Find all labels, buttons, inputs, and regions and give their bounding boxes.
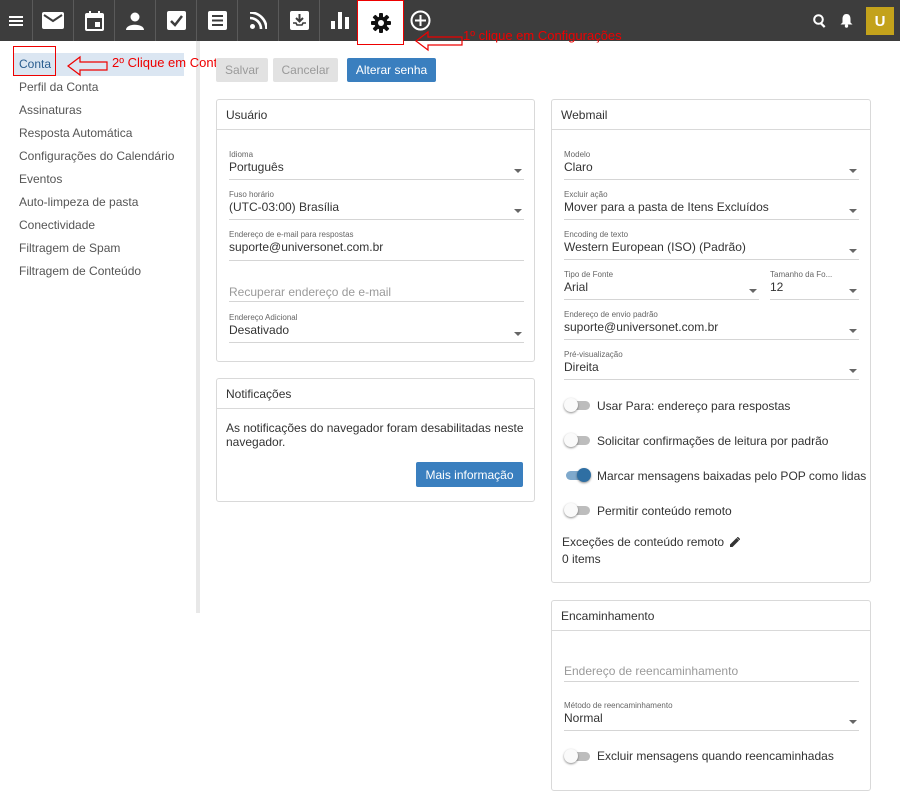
chevron-down-icon bbox=[749, 289, 757, 293]
arrow-annotation-1 bbox=[415, 30, 463, 52]
avatar[interactable]: U bbox=[866, 7, 894, 35]
toggle-remote-content-label: Permitir conteúdo remoto bbox=[597, 504, 732, 518]
contacts-icon[interactable] bbox=[115, 0, 155, 41]
chevron-down-icon bbox=[849, 169, 857, 173]
toggle-read-receipt-label: Solicitar confirmações de leitura por pa… bbox=[597, 434, 829, 448]
font-type-select[interactable]: Tipo de Fonte Arial bbox=[564, 270, 759, 300]
sidebar-item-conectividade[interactable]: Conectividade bbox=[19, 218, 95, 232]
sidebar-item-perfil[interactable]: Perfil da Conta bbox=[19, 80, 98, 94]
notifications-panel: Notificações As notificações do navegado… bbox=[216, 378, 535, 502]
remote-exceptions-label: Exceções de conteúdo remoto bbox=[562, 535, 741, 550]
reply-email-field[interactable]: Endereço de e-mail para respostas suport… bbox=[229, 230, 524, 261]
encoding-select[interactable]: Encoding de texto Western European (ISO)… bbox=[564, 230, 859, 260]
sidebar-item-eventos[interactable]: Eventos bbox=[19, 172, 62, 186]
chevron-down-icon bbox=[849, 720, 857, 724]
arrow-annotation-2 bbox=[67, 55, 108, 77]
chevron-down-icon bbox=[849, 249, 857, 253]
annotation-second-click: 2º Clique em Conta bbox=[112, 55, 225, 70]
sidebar-item-auto-limpeza[interactable]: Auto-limpeza de pasta bbox=[19, 195, 138, 209]
additional-address-select[interactable]: Endereço Adicional Desativado bbox=[229, 313, 524, 343]
toggle-pop-read-label: Marcar mensagens baixadas pelo POP como … bbox=[597, 469, 867, 483]
toggle-pop-read[interactable] bbox=[564, 468, 591, 482]
calendar-icon[interactable] bbox=[74, 0, 114, 41]
toggle-remote-content[interactable] bbox=[564, 503, 590, 517]
chevron-down-icon bbox=[514, 332, 522, 336]
settings-icon[interactable] bbox=[357, 0, 404, 45]
bell-icon[interactable] bbox=[826, 0, 866, 41]
webmail-panel-title: Webmail bbox=[552, 100, 870, 130]
archive-icon[interactable] bbox=[279, 0, 319, 41]
toggle-read-receipt[interactable] bbox=[564, 433, 590, 447]
save-button[interactable]: Salvar bbox=[216, 58, 268, 82]
forwarding-method-select[interactable]: Método de reencaminhamento Normal bbox=[564, 701, 859, 731]
language-select[interactable]: Idioma Português bbox=[229, 150, 524, 180]
change-password-button[interactable]: Alterar senha bbox=[347, 58, 436, 82]
notifications-panel-title: Notificações bbox=[217, 379, 534, 409]
sidebar-item-resposta-automatica[interactable]: Resposta Automática bbox=[19, 126, 132, 140]
more-info-button[interactable]: Mais informação bbox=[416, 462, 523, 487]
sidebar-item-calendario[interactable]: Configurações do Calendário bbox=[19, 149, 174, 163]
preview-select[interactable]: Pré-visualização Direita bbox=[564, 350, 859, 380]
toggle-delete-forwarded-label: Excluir mensagens quando reencaminhadas bbox=[597, 749, 834, 763]
forwarding-panel-title: Encaminhamento bbox=[552, 601, 870, 631]
stats-icon[interactable] bbox=[320, 0, 360, 41]
model-select[interactable]: Modelo Claro bbox=[564, 150, 859, 180]
notifications-message: As notificações do navegador foram desab… bbox=[226, 421, 524, 449]
settings-sidebar: Conta Perfil da Conta Assinaturas Respos… bbox=[0, 41, 200, 613]
tasks-icon[interactable] bbox=[156, 0, 196, 41]
annotation-box-conta bbox=[13, 46, 56, 76]
delete-action-select[interactable]: Excluir ação Mover para a pasta de Itens… bbox=[564, 190, 859, 220]
recovery-email-field[interactable]: Recuperar endereço de e-mail bbox=[229, 285, 524, 302]
cancel-button[interactable]: Cancelar bbox=[273, 58, 338, 82]
menu-icon[interactable] bbox=[0, 0, 32, 41]
timezone-select[interactable]: Fuso horário (UTC-03:00) Brasília bbox=[229, 190, 524, 220]
forwarding-panel: Encaminhamento Endereço de reencaminhame… bbox=[551, 600, 871, 791]
user-panel-title: Usuário bbox=[217, 100, 534, 130]
toggle-reply-address[interactable] bbox=[564, 398, 590, 412]
chevron-down-icon bbox=[849, 209, 857, 213]
sidebar-item-assinaturas[interactable]: Assinaturas bbox=[19, 103, 82, 117]
notes-icon[interactable] bbox=[197, 0, 237, 41]
forwarding-address-field[interactable]: Endereço de reencaminhamento bbox=[564, 664, 859, 682]
chevron-down-icon bbox=[514, 169, 522, 173]
webmail-panel: Webmail Modelo Claro Excluir ação Mover … bbox=[551, 99, 871, 583]
mail-icon[interactable] bbox=[33, 0, 73, 41]
rss-icon[interactable] bbox=[238, 0, 278, 41]
toggle-reply-address-label: Usar Para: endereço para respostas bbox=[597, 399, 791, 413]
toggle-delete-forwarded[interactable] bbox=[564, 749, 590, 763]
send-address-select[interactable]: Endereço de envio padrão suporte@univers… bbox=[564, 310, 859, 340]
font-size-select[interactable]: Tamanho da Fo... 12 bbox=[770, 270, 859, 300]
sidebar-item-conteudo[interactable]: Filtragem de Conteúdo bbox=[19, 264, 141, 278]
annotation-first-click: 1º clique em Configurações bbox=[463, 28, 622, 43]
sidebar-item-spam[interactable]: Filtragem de Spam bbox=[19, 241, 120, 255]
remote-exceptions-count: 0 items bbox=[562, 552, 601, 566]
user-panel: Usuário Idioma Português Fuso horário (U… bbox=[216, 99, 535, 362]
chevron-down-icon bbox=[514, 209, 522, 213]
chevron-down-icon bbox=[849, 369, 857, 373]
chevron-down-icon bbox=[849, 289, 857, 293]
pencil-icon[interactable] bbox=[730, 536, 741, 550]
chevron-down-icon bbox=[849, 329, 857, 333]
